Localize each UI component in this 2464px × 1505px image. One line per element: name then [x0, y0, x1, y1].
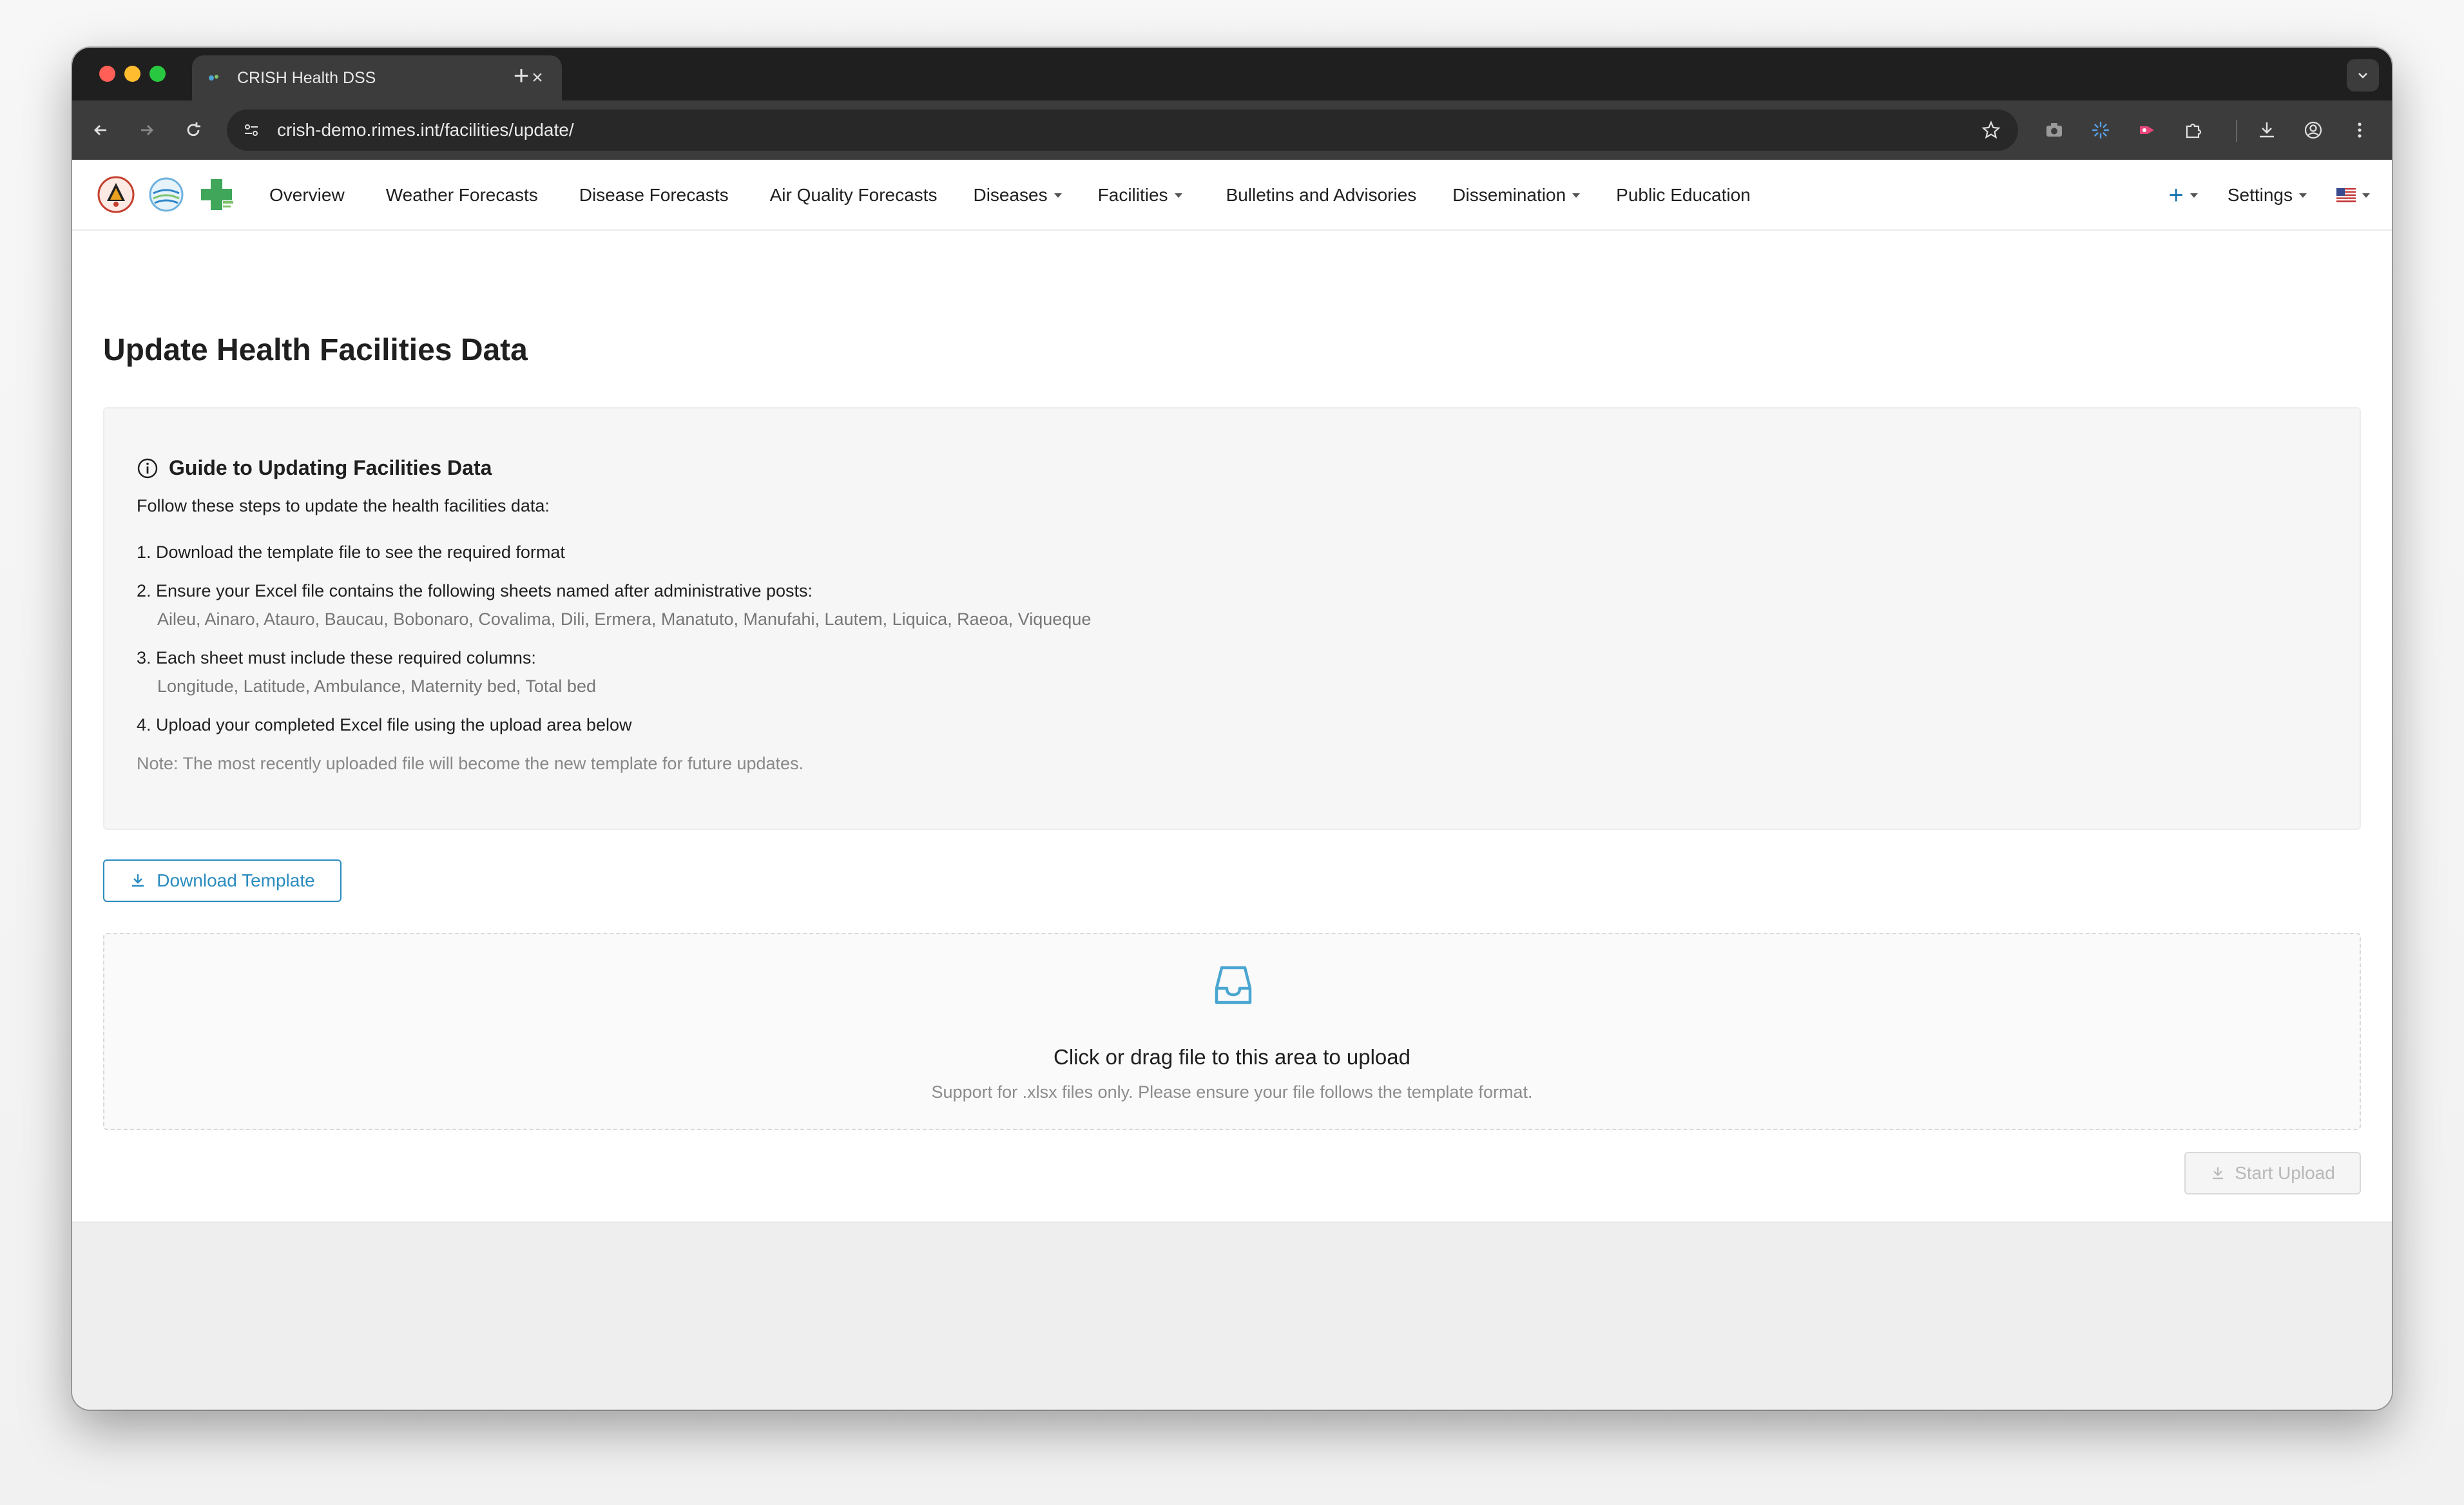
page-viewport: Overview Weather Forecasts Disease Forec…	[72, 160, 2392, 1410]
nav-bulletins-label: Bulletins and Advisories	[1226, 185, 1417, 205]
site-settings-icon[interactable]	[240, 119, 263, 142]
nav-overview-label: Overview	[269, 185, 345, 205]
guide-intro: Follow these steps to update the health …	[137, 496, 550, 515]
window-controls	[99, 66, 166, 82]
arrow-right-icon	[141, 125, 153, 135]
caret-down-icon	[1174, 193, 1182, 198]
plus-icon: +	[2168, 180, 2184, 209]
address-bar[interactable]: crish-demo.rimes.int/facilities/update/	[227, 110, 2018, 151]
page-title: Update Health Facilities Data	[103, 333, 528, 367]
add-menu-button[interactable]: +	[2168, 180, 2198, 210]
record-extension-icon[interactable]	[2132, 115, 2162, 146]
upload-hint: Support for .xlsx files only. Please ens…	[931, 1082, 1533, 1102]
forward-button[interactable]	[131, 115, 162, 146]
file-upload-dropzone[interactable]: Click or drag file to this area to uploa…	[103, 933, 2361, 1130]
nav-overview[interactable]: Overview	[269, 185, 345, 206]
sparkle-extension-icon[interactable]	[2085, 115, 2116, 146]
nav-dissemination[interactable]: Dissemination	[1452, 185, 1581, 206]
nav-bulletins-and-advisories[interactable]: Bulletins and Advisories	[1226, 185, 1417, 206]
guide-step-1: 1. Download the template file to see the…	[137, 542, 565, 562]
caret-down-icon	[2190, 193, 2198, 198]
us-flag-icon	[2336, 188, 2356, 202]
download-template-button[interactable]: Download Template	[103, 859, 342, 902]
info-circle-icon	[137, 458, 158, 478]
download-icon	[130, 872, 146, 889]
reload-icon	[187, 122, 200, 137]
reload-button[interactable]	[178, 115, 209, 146]
new-tab-button[interactable]: +	[505, 59, 537, 91]
tab-search-button[interactable]	[2347, 59, 2379, 91]
nav-public-education-label: Public Education	[1616, 185, 1751, 205]
maximize-window-button[interactable]	[149, 66, 166, 82]
guide-heading: Guide to Updating Facilities Data	[137, 456, 492, 480]
top-navbar: Overview Weather Forecasts Disease Forec…	[72, 160, 2392, 231]
language-selector[interactable]	[2336, 188, 2370, 202]
nav-dissemination-label: Dissemination	[1452, 185, 1566, 205]
arrow-left-icon	[94, 125, 106, 135]
url-text[interactable]: crish-demo.rimes.int/facilities/update/	[277, 120, 1977, 140]
guide-panel: Guide to Updating Facilities Data Follow…	[103, 407, 2361, 830]
nav-air-quality-forecasts-label: Air Quality Forecasts	[769, 185, 938, 205]
chevron-down-icon	[2358, 73, 2367, 79]
tab-strip: CRISH Health DSS × +	[72, 48, 2392, 101]
profile-icon[interactable]	[2298, 115, 2329, 146]
page-content: Overview Weather Forecasts Disease Forec…	[72, 160, 2392, 1223]
start-upload-button[interactable]: Start Upload	[2184, 1152, 2361, 1194]
back-button[interactable]	[85, 115, 116, 146]
upload-title: Click or drag file to this area to uploa…	[1054, 1045, 1410, 1069]
bookmark-star-icon[interactable]	[1977, 116, 2005, 144]
caret-down-icon	[2299, 193, 2307, 198]
guide-step-4: 4. Upload your completed Excel file usin…	[137, 715, 632, 734]
nav-weather-forecasts-label: Weather Forecasts	[385, 185, 538, 205]
partner-logos	[95, 174, 237, 215]
nav-facilities-label: Facilities	[1097, 185, 1168, 205]
caret-down-icon	[2362, 193, 2370, 198]
site-favicon-icon	[205, 69, 223, 87]
guide-step-3-columns: Longitude, Latitude, Ambulance, Maternit…	[157, 676, 596, 696]
main-menu: Overview Weather Forecasts Disease Forec…	[269, 160, 1792, 231]
nav-diseases[interactable]: Diseases	[973, 185, 1062, 206]
tab-title: CRISH Health DSS	[237, 68, 376, 87]
toolbar-separator	[2236, 120, 2237, 142]
nav-public-education[interactable]: Public Education	[1616, 185, 1751, 206]
nav-weather-forecasts[interactable]: Weather Forecasts	[386, 185, 538, 206]
extensions-puzzle-icon[interactable]	[2178, 115, 2209, 146]
minimize-window-button[interactable]	[124, 66, 140, 82]
guide-step-2: 2. Ensure your Excel file contains the f…	[137, 581, 813, 600]
inbox-icon	[1208, 960, 1259, 1015]
government-seal-logo[interactable]	[95, 174, 137, 215]
browser-menu-icon[interactable]	[2344, 115, 2375, 146]
guide-heading-text: Guide to Updating Facilities Data	[169, 456, 492, 479]
downloads-icon[interactable]	[2251, 115, 2282, 146]
settings-menu[interactable]: Settings	[2228, 185, 2307, 206]
nav-disease-forecasts[interactable]: Disease Forecasts	[579, 185, 729, 206]
screenshot-extension-icon[interactable]	[2039, 115, 2070, 146]
close-window-button[interactable]	[99, 66, 115, 82]
navbar-actions: + Settings	[2168, 160, 2370, 231]
settings-label: Settings	[2227, 185, 2293, 205]
guide-step-2-sheets: Aileu, Ainaro, Atauro, Baucau, Bobonaro,…	[157, 609, 1092, 629]
nav-air-quality-forecasts[interactable]: Air Quality Forecasts	[770, 185, 938, 206]
browser-window: CRISH Health DSS × + crish-demo.rimes.in…	[72, 48, 2392, 1410]
nav-diseases-label: Diseases	[973, 185, 1048, 205]
health-ministry-logo[interactable]	[196, 174, 237, 215]
browser-toolbar: crish-demo.rimes.int/facilities/update/	[72, 101, 2392, 160]
nav-disease-forecasts-label: Disease Forecasts	[579, 185, 729, 205]
nav-facilities[interactable]: Facilities	[1098, 185, 1182, 206]
upload-icon	[2210, 1165, 2226, 1181]
caret-down-icon	[1054, 193, 1062, 198]
start-upload-label: Start Upload	[2235, 1163, 2335, 1183]
guide-note: Note: The most recently uploaded file wi…	[137, 754, 804, 773]
desktop-background: CRISH Health DSS × + crish-demo.rimes.in…	[0, 0, 2464, 1505]
rimes-globe-logo[interactable]	[146, 174, 187, 215]
guide-step-3: 3. Each sheet must include these require…	[137, 648, 536, 667]
download-template-label: Download Template	[157, 870, 315, 890]
caret-down-icon	[1572, 193, 1581, 198]
